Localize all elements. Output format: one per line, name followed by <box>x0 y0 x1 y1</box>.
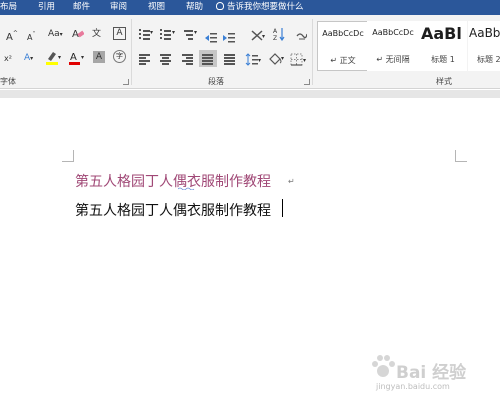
sort-icon[interactable]: AZ <box>273 26 286 45</box>
style-heading-1[interactable]: AaBl 标题 1 <box>419 21 467 71</box>
align-center-icon[interactable] <box>160 54 171 65</box>
tab-layout[interactable]: 布局 <box>0 0 17 15</box>
font-dialog-launcher-icon[interactable] <box>123 79 129 85</box>
paw-logo-icon <box>372 355 395 377</box>
style-name: ↵ 无间隔 <box>376 55 410 64</box>
distributed-icon[interactable] <box>224 54 235 65</box>
chinese-layout-icon[interactable]: ▾ <box>251 27 267 46</box>
style-preview: AaBb <box>469 26 500 40</box>
svg-text:▾: ▾ <box>303 57 306 64</box>
ribbon: A^ A˅ Aa▾ A 文 A x² A▾ ▾ A ▾ A 字 字体 ▾ ▾ ▾… <box>0 15 500 89</box>
spelling-underline <box>178 187 195 190</box>
font-color-icon: A ▾ <box>69 52 84 65</box>
clear-formatting-icon: A <box>72 29 85 40</box>
line-spacing-icon[interactable]: ▾ <box>245 52 263 71</box>
style-normal[interactable]: AaBbCcDc ↵ 正文 <box>317 21 369 71</box>
superscript-icon: x² <box>4 54 12 63</box>
style-name: 标题 2 <box>477 55 500 64</box>
text-effects-button[interactable]: A▾ <box>24 52 33 65</box>
tab-mailings[interactable]: 邮件 <box>73 0 90 15</box>
align-right-icon[interactable] <box>182 54 193 65</box>
dropdown-arrow-icon: ▾ <box>30 55 34 62</box>
justify-button[interactable] <box>199 50 217 67</box>
grow-arrow-icon: ^ <box>12 30 18 37</box>
highlight-color-button[interactable]: ▾ <box>44 49 62 71</box>
lightbulb-icon <box>216 2 224 10</box>
phonetic-guide-icon: 文 <box>92 29 102 39</box>
style-preview: AaBl <box>421 24 462 43</box>
enclose-characters-button[interactable]: 字 <box>113 50 126 63</box>
watermark: Bai 经验 jingyan.baidu.com <box>368 352 496 398</box>
margin-corner-mark-left <box>62 150 74 162</box>
shading-icon[interactable]: ▾ <box>268 51 286 71</box>
ribbon-tab-bar: 布局 引用 邮件 审阅 视图 帮助 告诉我你想要做什么 <box>0 0 500 15</box>
styles-group-label: 样式 <box>436 77 452 86</box>
style-no-spacing[interactable]: AaBbCcDc ↵ 无间隔 <box>367 21 419 71</box>
multilevel-list-icon[interactable] <box>182 29 193 40</box>
svg-text:▾: ▾ <box>281 55 284 62</box>
character-border-button[interactable]: A <box>113 27 126 40</box>
clear-formatting-button[interactable]: A <box>72 27 85 43</box>
character-shading-button[interactable]: A <box>93 51 105 63</box>
grow-font-button[interactable]: A^ <box>6 28 18 44</box>
tell-me-text: 告诉我你想要做什么 <box>227 2 304 12</box>
align-left-icon[interactable] <box>139 54 150 65</box>
dropdown-arrow-icon: ▾ <box>59 31 63 38</box>
change-case-icon: Aa <box>48 29 60 39</box>
superscript-button[interactable]: x² <box>4 53 12 65</box>
dropdown-arrow-icon[interactable]: ▾ <box>150 27 153 39</box>
bullets-icon[interactable] <box>139 29 150 40</box>
svg-text:Z: Z <box>273 35 277 41</box>
character-border-icon: A <box>116 28 123 38</box>
style-name: 标题 1 <box>431 55 455 64</box>
svg-text:A: A <box>70 52 77 63</box>
tab-view[interactable]: 视图 <box>148 0 165 15</box>
svg-text:▾: ▾ <box>58 54 61 61</box>
document-heading-line[interactable]: 第五人格园丁人偶衣服制作教程 <box>75 171 271 191</box>
grow-font-icon: A <box>6 32 13 43</box>
svg-text:▾: ▾ <box>258 57 261 64</box>
style-preview: AaBbCcDc <box>372 28 414 37</box>
character-shading-icon: A <box>95 52 103 62</box>
watermark-url: jingyan.baidu.com <box>376 382 450 391</box>
decrease-indent-icon[interactable] <box>205 28 217 47</box>
increase-indent-icon[interactable] <box>223 28 235 47</box>
tab-references[interactable]: 引用 <box>38 0 55 15</box>
highlighter-icon: ▾ <box>46 52 61 65</box>
shrink-arrow-icon: ˅ <box>32 31 36 38</box>
svg-text:▾: ▾ <box>81 54 84 61</box>
tab-help[interactable]: 帮助 <box>186 0 203 15</box>
show-hide-marks-icon[interactable] <box>295 27 308 46</box>
tell-me-search[interactable]: 告诉我你想要做什么 <box>216 0 304 15</box>
style-heading-2[interactable]: AaBb 标题 2 <box>468 21 500 71</box>
shrink-font-button[interactable]: A˅ <box>27 29 35 44</box>
group-divider <box>312 19 313 85</box>
svg-text:A: A <box>273 28 278 35</box>
style-preview: AaBbCcDc <box>322 29 364 38</box>
dropdown-arrow-icon[interactable]: ▾ <box>194 27 197 39</box>
paragraph-dialog-launcher-icon[interactable] <box>304 79 310 85</box>
margin-corner-mark-right <box>455 150 467 162</box>
dropdown-arrow-icon[interactable]: ▾ <box>172 27 175 39</box>
paragraph-group-label: 段落 <box>208 77 224 86</box>
numbering-icon[interactable] <box>160 29 171 40</box>
text-cursor <box>282 199 283 217</box>
phonetic-guide-button[interactable]: 文 <box>92 28 101 40</box>
page-top-margin-band <box>0 90 500 98</box>
borders-icon[interactable]: ▾ <box>290 52 308 71</box>
watermark-brand: Bai 经验 <box>396 363 467 383</box>
change-case-button[interactable]: Aa▾ <box>48 28 63 41</box>
tab-review[interactable]: 审阅 <box>110 0 127 15</box>
paragraph-mark-icon: ↵ <box>288 177 295 186</box>
group-divider <box>131 19 132 85</box>
style-name: ↵ 正文 <box>330 56 356 65</box>
font-group-label: 字体 <box>0 77 16 86</box>
enclose-characters-icon: 字 <box>116 52 123 60</box>
document-body-line[interactable]: 第五人格园丁人偶衣服制作教程 <box>75 200 271 220</box>
justify-icon <box>202 54 213 65</box>
svg-text:▾: ▾ <box>262 33 265 40</box>
font-color-button[interactable]: A ▾ <box>68 49 86 71</box>
